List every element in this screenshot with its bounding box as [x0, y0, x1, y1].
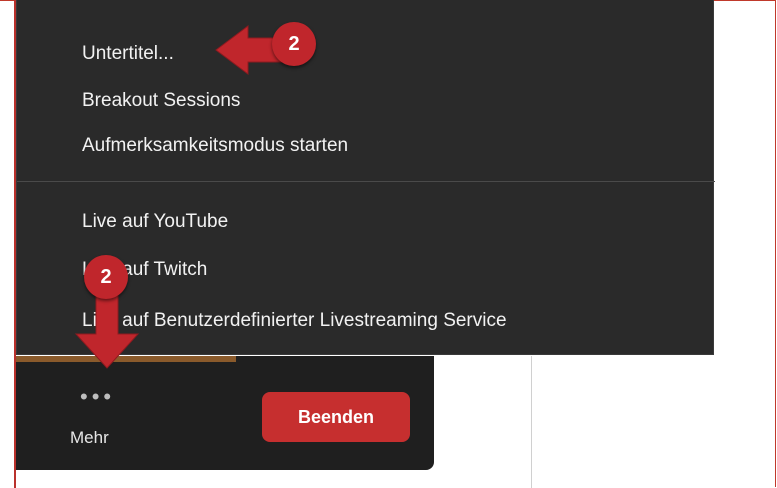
- menu-item-breakout-sessions[interactable]: Breakout Sessions: [82, 89, 240, 113]
- menu-item-subtitles[interactable]: Untertitel...: [82, 42, 174, 66]
- more-icon[interactable]: •••: [80, 386, 115, 408]
- menu-item-live-youtube[interactable]: Live auf YouTube: [82, 210, 228, 234]
- meeting-toolbar: ••• Mehr Beenden: [16, 356, 434, 470]
- menu-item-focus-mode[interactable]: Aufmerksamkeitsmodus starten: [82, 134, 348, 158]
- annotation-badge-top: 2: [272, 22, 316, 66]
- more-button-label[interactable]: Mehr: [70, 428, 109, 448]
- end-meeting-button[interactable]: Beenden: [262, 392, 410, 442]
- annotation-badge-bottom: 2: [84, 255, 128, 299]
- menu-item-live-custom[interactable]: Live auf Benutzerdefinierter Livestreami…: [82, 309, 507, 333]
- divider: [531, 356, 532, 488]
- menu-separator: [17, 181, 715, 182]
